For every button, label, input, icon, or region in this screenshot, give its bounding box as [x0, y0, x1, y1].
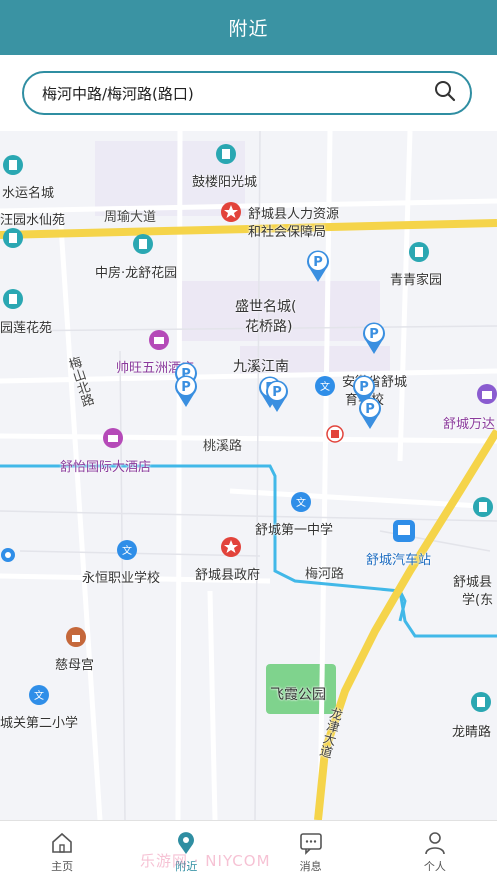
poi-zhengfu[interactable]: 舒城县政府: [195, 564, 260, 583]
temple-poi-icon[interactable]: [65, 626, 87, 648]
home-icon: [52, 832, 72, 853]
map-view[interactable]: 水运名城 汪园水仙苑 周瑜大道 鼓楼阳光城 舒城县人力资源 和社会保障局 中房·…: [0, 131, 497, 820]
building-poi-icon[interactable]: [2, 227, 24, 249]
poi-jiuxi[interactable]: 九溪江南: [233, 356, 289, 376]
poi-dierxiaoxue[interactable]: 城关第二小学: [0, 712, 78, 731]
tab-messages-label: 消息: [299, 860, 322, 873]
shopping-poi-icon[interactable]: [476, 383, 497, 405]
poi-diyizhongxue[interactable]: 舒城第一中学: [255, 519, 333, 538]
svg-text:P: P: [365, 402, 375, 417]
message-icon: [299, 833, 322, 855]
poi-shuiyun[interactable]: 水运名城: [2, 182, 54, 201]
hospital-icon[interactable]: [326, 425, 344, 443]
school-poi-icon[interactable]: 文: [290, 491, 312, 513]
poi-longjing[interactable]: 龙睛路: [452, 721, 491, 740]
watermark: 乐游网 · NIYCOM: [140, 852, 271, 870]
poi-shuchengxian-2[interactable]: 学(东: [462, 589, 493, 608]
school-poi-icon[interactable]: 文: [314, 375, 336, 397]
page-title: 附近: [228, 18, 269, 40]
road-zhouyu: 周瑜大道: [104, 210, 157, 225]
school-poi-icon[interactable]: 文: [116, 539, 138, 561]
poi-qingqing[interactable]: 青青家园: [390, 269, 442, 288]
building-poi-icon[interactable]: [2, 154, 24, 176]
poi-lianhuayuan[interactable]: 园莲花苑: [0, 317, 52, 336]
government-star-icon[interactable]: [220, 201, 242, 223]
building-poi-icon[interactable]: [215, 143, 237, 165]
location-marker-icon[interactable]: [0, 547, 16, 563]
svg-text:文: 文: [320, 380, 330, 393]
parking-icon[interactable]: P: [306, 249, 330, 283]
svg-text:P: P: [181, 380, 191, 395]
svg-text:文: 文: [34, 689, 44, 702]
svg-text:文: 文: [122, 544, 132, 557]
poi-wanda[interactable]: 舒城万达: [443, 413, 495, 432]
poi-zhongfang[interactable]: 中房·龙舒花园: [95, 262, 177, 281]
poi-gulou[interactable]: 鼓楼阳光城: [192, 171, 257, 190]
building-poi-icon[interactable]: [470, 691, 492, 713]
poi-shengshi-1[interactable]: 盛世名城(: [235, 296, 296, 316]
hotel-poi-icon[interactable]: [148, 329, 170, 351]
svg-text:P: P: [369, 327, 379, 342]
svg-text:P: P: [313, 255, 323, 270]
svg-text:P: P: [272, 385, 282, 400]
poi-renli-2[interactable]: 和社会保障局: [248, 221, 326, 240]
poi-shuixianyuan[interactable]: 汪园水仙苑: [0, 209, 65, 228]
poi-cimugong[interactable]: 慈母宫: [55, 654, 94, 673]
building-poi-icon[interactable]: [472, 496, 494, 518]
road-meihe: 梅河路: [305, 567, 345, 582]
tab-home[interactable]: 主页: [0, 821, 124, 884]
poi-shuchengxian-1[interactable]: 舒城县: [453, 571, 492, 590]
tab-profile[interactable]: 个人: [373, 821, 497, 884]
poi-shengshi-2[interactable]: 花桥路): [245, 316, 292, 336]
tab-profile-label: 个人: [423, 860, 446, 873]
person-icon: [425, 832, 445, 855]
poi-shuyi[interactable]: 舒怡国际大酒店: [60, 456, 151, 475]
page-header: 附近: [0, 0, 497, 55]
building-poi-icon[interactable]: [132, 233, 154, 255]
search-bar-container: 梅河中路/梅河路(路口): [0, 55, 497, 131]
search-input-value[interactable]: 梅河中路/梅河路(路口): [42, 83, 434, 104]
bus-station-icon[interactable]: [392, 519, 416, 543]
tab-home-label: 主页: [51, 860, 74, 873]
poi-yongheng[interactable]: 永恒职业学校: [82, 567, 160, 586]
search-icon[interactable]: [434, 80, 456, 106]
poi-feixia[interactable]: 飞霞公园: [270, 684, 326, 704]
parking-icon[interactable]: P: [362, 321, 386, 355]
hotel-poi-icon[interactable]: [102, 427, 124, 449]
search-input[interactable]: 梅河中路/梅河路(路口): [22, 71, 472, 115]
poi-renli-1[interactable]: 舒城县人力资源: [248, 203, 339, 222]
building-poi-icon[interactable]: [2, 288, 24, 310]
school-poi-icon[interactable]: 文: [28, 684, 50, 706]
svg-text:P: P: [359, 380, 369, 395]
parking-icon[interactable]: P: [174, 374, 198, 408]
road-taoxi: 桃溪路: [203, 439, 243, 454]
parking-icon[interactable]: P: [358, 396, 382, 430]
government-star-icon[interactable]: [220, 536, 242, 558]
building-poi-icon[interactable]: [408, 241, 430, 263]
svg-text:文: 文: [296, 496, 306, 509]
parking-icon[interactable]: P: [265, 379, 289, 413]
poi-qichezhan[interactable]: 舒城汽车站: [366, 549, 431, 568]
